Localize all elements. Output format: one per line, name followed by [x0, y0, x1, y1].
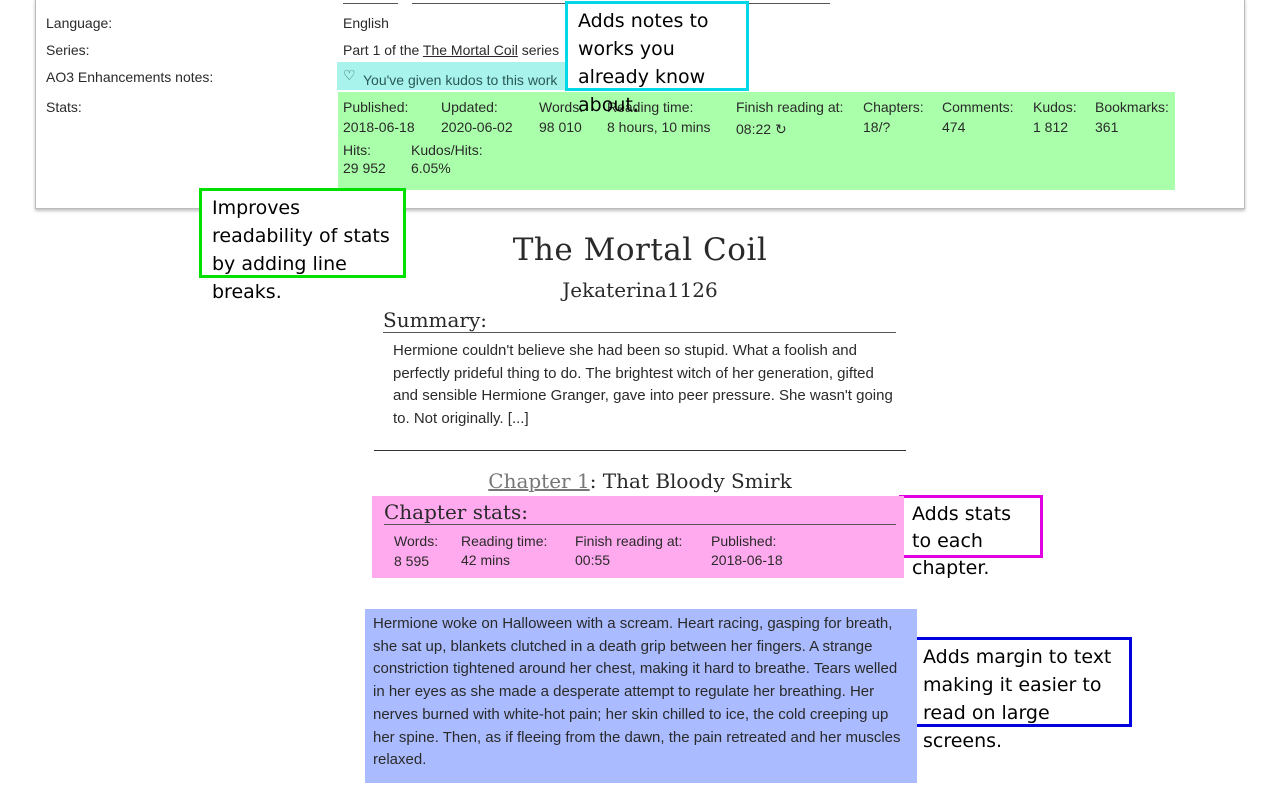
stat-finish-value: 08:22 ↻: [736, 121, 787, 138]
stat-finish-time: 08:22: [736, 121, 772, 137]
summary-heading: Summary:: [383, 308, 896, 333]
meta-top-underline: [343, 0, 398, 4]
chapter-stats-heading: Chapter stats:: [384, 500, 896, 525]
stat-finish-label: Finish reading at:: [736, 99, 844, 115]
chapter-link[interactable]: Chapter 1: [488, 469, 589, 493]
stat-updated-label: Updated:: [441, 99, 498, 115]
kudos-note: ♡ You've given kudos to this work: [337, 62, 567, 90]
notes-label: AO3 Enhancements notes:: [46, 69, 214, 85]
chapter-words-value: 8 595: [394, 553, 430, 569]
chapter-body: Hermione woke on Halloween with a scream…: [365, 609, 917, 783]
stat-kudos-value: 1 812: [1033, 119, 1069, 135]
work-title: The Mortal Coil: [512, 232, 768, 268]
stat-comments-value: 474: [942, 119, 966, 135]
series-link[interactable]: The Mortal Coil: [423, 42, 518, 58]
chapter-reading-time-label: Reading time:: [461, 533, 548, 549]
stat-updated-value: 2020-06-02: [441, 119, 513, 135]
refresh-icon[interactable]: ↻: [775, 121, 787, 137]
stat-chapters-label: Chapters:: [863, 99, 924, 115]
author-link[interactable]: Jekaterina1126: [562, 278, 717, 302]
heart-icon: ♡: [343, 67, 356, 83]
notes-callout: Adds notes to works you already know abo…: [565, 1, 749, 116]
stat-kudos-hits-value: 6.05%: [411, 160, 451, 176]
summary-text: Hermione couldn't believe she had been s…: [393, 342, 893, 428]
stat-words-label: Words:: [539, 99, 584, 115]
stat-bookmarks-value: 361: [1095, 119, 1119, 135]
stat-kudos-label: Kudos:: [1033, 99, 1077, 115]
stat-kudos-hits-label: Kudos/Hits:: [411, 142, 483, 158]
chapter-title-text: : That Bloody Smirk: [589, 469, 792, 493]
kudos-note-text: You've given kudos to this work: [363, 72, 558, 88]
stat-comments-label: Comments:: [942, 99, 1014, 115]
work-stats-box: Published: 2018-06-18 Updated: 2020-06-0…: [338, 92, 1175, 190]
series-label: Series:: [46, 42, 90, 58]
stat-chapters-value: 18/?: [863, 119, 891, 135]
stat-hits-value: 29 952: [343, 160, 386, 176]
stat-words-value: 98 010: [539, 119, 582, 135]
margin-callout: Adds margin to text making it easier to …: [910, 637, 1132, 752]
stat-published-value: 2018-06-18: [343, 119, 415, 135]
chapter-words-label: Words:: [394, 533, 439, 549]
chapter-stats-box: Chapter stats: Words: 8 595 Reading time…: [372, 496, 904, 578]
divider: [374, 450, 906, 451]
stat-published-label: Published:: [343, 99, 409, 115]
chapter-published-label: Published:: [711, 533, 777, 549]
stat-hits-label: Hits:: [343, 142, 371, 158]
series-prefix: Part 1 of the: [343, 42, 420, 58]
chapter-title: Chapter 1: That Bloody Smirk: [0, 469, 1280, 493]
work-author: Jekaterina1126: [0, 278, 1280, 302]
stat-reading-time-value: 8 hours, 10 mins: [607, 119, 711, 135]
language-value: English: [343, 15, 389, 31]
stat-bookmarks-label: Bookmarks:: [1095, 99, 1169, 115]
series-suffix: series: [521, 42, 560, 58]
chapter-finish-value: 00:55: [575, 552, 611, 568]
chapter-stats-callout: Adds stats to each chapter.: [899, 495, 1043, 579]
language-label: Language:: [46, 15, 113, 31]
chapter-finish-label: Finish reading at:: [575, 533, 683, 549]
chapter-published-value: 2018-06-18: [711, 552, 783, 568]
series-value: Part 1 of the The Mortal Coil series: [343, 42, 559, 58]
stats-label: Stats:: [46, 99, 82, 115]
chapter-reading-time-value: 42 mins: [461, 552, 511, 568]
chapter-body-text: Hermione woke on Halloween with a scream…: [373, 615, 901, 769]
